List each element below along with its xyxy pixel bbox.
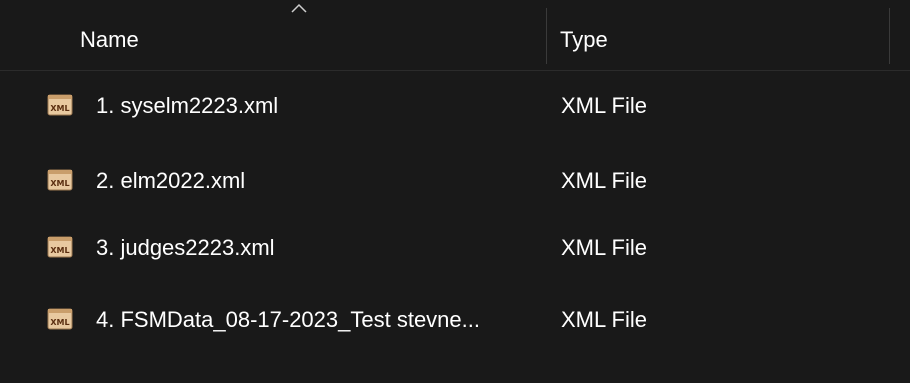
- file-name[interactable]: 1. syselm2223.xml: [96, 71, 278, 141]
- column-header-row: Name Type: [0, 0, 910, 71]
- file-row[interactable]: XML 1. syselm2223.xml XML File: [0, 71, 910, 141]
- column-header-type[interactable]: Type: [560, 0, 880, 70]
- xml-file-icon: XML: [47, 94, 73, 116]
- xml-file-icon: XML: [47, 236, 73, 258]
- file-name[interactable]: 3. judges2223.xml: [96, 213, 275, 283]
- file-row[interactable]: XML 3. judges2223.xml XML File: [0, 213, 910, 283]
- file-type: XML File: [561, 93, 647, 118]
- file-type: XML File: [561, 307, 647, 332]
- column-divider[interactable]: [546, 8, 547, 64]
- column-divider[interactable]: [889, 8, 890, 64]
- file-row[interactable]: XML 2. elm2022.xml XML File: [0, 146, 910, 216]
- file-explorer-details-view: Name Type XML 1. syselm2223.xml XML File…: [0, 0, 910, 383]
- xml-file-icon: XML: [47, 169, 73, 191]
- file-name[interactable]: 2. elm2022.xml: [96, 146, 245, 216]
- file-row[interactable]: XML 4. FSMData_08-17-2023_Test stevne...…: [0, 285, 910, 355]
- svg-text:XML: XML: [50, 246, 69, 255]
- svg-text:XML: XML: [50, 318, 69, 327]
- column-header-name[interactable]: Name: [80, 0, 540, 70]
- file-name[interactable]: 4. FSMData_08-17-2023_Test stevne...: [96, 285, 480, 355]
- xml-file-icon: XML: [47, 308, 73, 330]
- file-type: XML File: [561, 168, 647, 193]
- file-type: XML File: [561, 235, 647, 260]
- svg-text:XML: XML: [50, 179, 69, 188]
- svg-text:XML: XML: [50, 104, 69, 113]
